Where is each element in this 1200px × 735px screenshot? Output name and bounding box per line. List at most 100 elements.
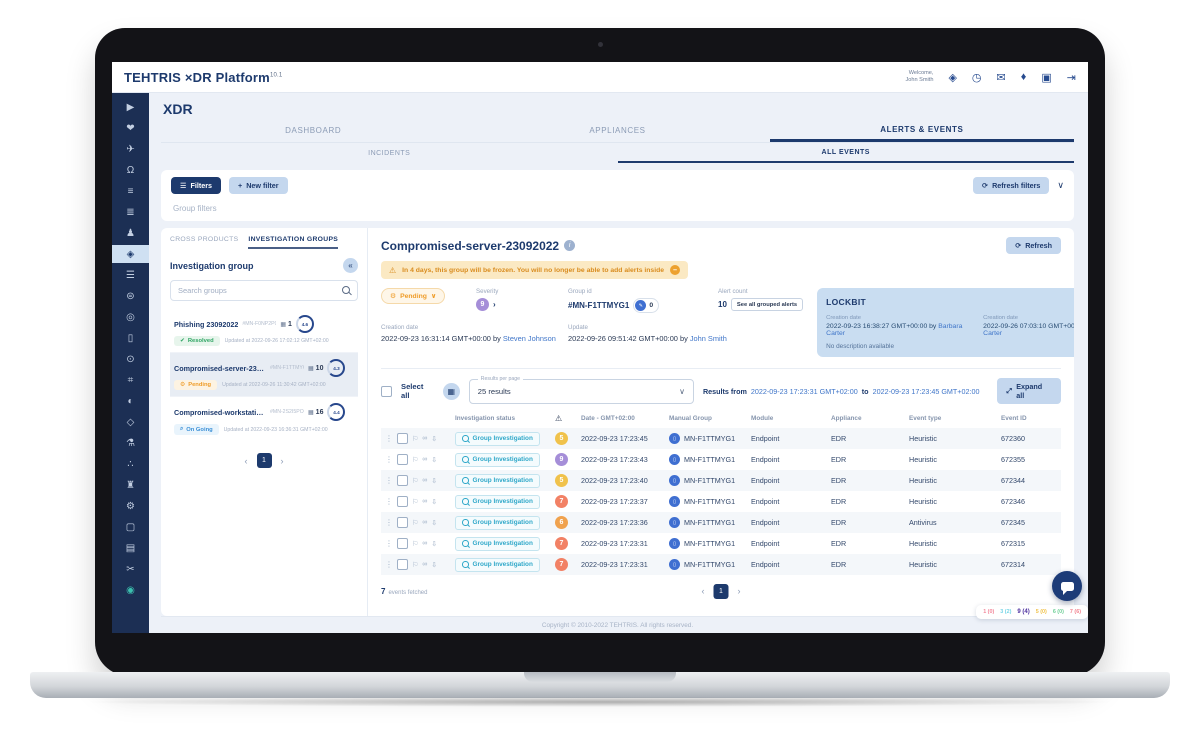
table-row[interactable]: ⋮ ⚐ ∞ ⇩ Group I — [381, 449, 1061, 470]
investigation-status-header[interactable]: Investigation status — [455, 415, 555, 422]
tools-icon[interactable]: ✂ — [112, 560, 149, 578]
scan-icon[interactable]: ◉ — [112, 581, 149, 599]
chevron-down-icon[interactable]: ∨ — [1057, 180, 1064, 191]
drone-icon[interactable]: ✈ — [112, 140, 149, 158]
assign-icon[interactable]: ⇩ — [431, 540, 437, 548]
link-icon[interactable]: ∞ — [422, 561, 427, 568]
event-type-header[interactable]: Event type — [909, 415, 1001, 422]
bookmark-icon[interactable]: ⚐ — [412, 498, 418, 506]
shield-icon[interactable]: ⊜ — [112, 287, 149, 305]
group-id-copy-pill[interactable]: ✎ 0 — [633, 298, 659, 313]
health-icon[interactable]: ❤ — [112, 119, 149, 137]
group-list-item[interactable]: Compromised-workstation-2309... #MN-2S2I… — [170, 396, 358, 441]
current-page-button[interactable]: 1 — [257, 453, 272, 468]
column-settings-icon[interactable]: ▦ — [443, 383, 460, 400]
assign-icon[interactable]: ⇩ — [431, 561, 437, 569]
lab-icon[interactable]: ⚗ — [112, 434, 149, 452]
tab-incidents[interactable]: INCIDENTS — [161, 143, 618, 163]
group-investigation-button[interactable]: Group Investigation — [455, 474, 540, 488]
refresh-filters-button[interactable]: ⟳ Refresh filters — [973, 177, 1049, 194]
kebab-menu-icon[interactable]: ⋮ — [385, 497, 393, 506]
group-investigation-button[interactable]: Group Investigation — [455, 537, 540, 551]
assign-icon[interactable]: ⇩ — [431, 519, 437, 527]
info-icon[interactable]: i — [564, 240, 575, 251]
tab-appliances[interactable]: APPLIANCES — [465, 119, 769, 142]
modules-icon[interactable]: ◇ — [112, 413, 149, 431]
report-icon[interactable]: ▤ — [112, 539, 149, 557]
row-checkbox[interactable] — [397, 433, 408, 444]
target-icon[interactable]: ◎ — [112, 308, 149, 326]
group-search-input[interactable] — [170, 280, 358, 301]
tab-all-events[interactable]: ALL EVENTS — [618, 143, 1075, 163]
tab-dashboard[interactable]: DASHBOARD — [161, 119, 465, 142]
grid-icon[interactable]: ⌗ — [112, 371, 149, 389]
playlist-icon[interactable]: ☰ — [112, 266, 149, 284]
link-icon[interactable]: ∞ — [422, 477, 427, 484]
shield-eye-icon[interactable]: ⊙ — [112, 350, 149, 368]
row-checkbox[interactable] — [397, 496, 408, 507]
kebab-menu-icon[interactable]: ⋮ — [385, 455, 393, 464]
prev-page-icon[interactable]: ‹ — [702, 586, 705, 596]
appliance-header[interactable]: Appliance — [831, 415, 909, 422]
group-investigation-button[interactable]: Group Investigation — [455, 432, 540, 446]
tab-investigation-groups[interactable]: INVESTIGATION GROUPS — [248, 236, 338, 249]
table-row[interactable]: ⋮ ⚐ ∞ ⇩ Group I — [381, 428, 1061, 449]
row-checkbox[interactable] — [397, 517, 408, 528]
link-icon[interactable]: ∞ — [422, 456, 427, 463]
group-investigation-button[interactable]: Group Investigation — [455, 495, 540, 509]
table-row[interactable]: ⋮ ⚐ ∞ ⇩ Group I — [381, 512, 1061, 533]
bookmark-icon[interactable]: ⚐ — [412, 561, 418, 569]
settings-gear-icon[interactable]: ⚙ — [112, 497, 149, 515]
assign-icon[interactable]: ⇩ — [431, 498, 437, 506]
group-list-item[interactable]: Compromised-server-23092022 #MN-F1TTMYG1… — [170, 352, 358, 396]
assign-icon[interactable]: ⇩ — [431, 477, 437, 485]
bookmark-icon[interactable]: ⚐ — [412, 435, 418, 443]
monitor-icon[interactable]: ▢ — [112, 518, 149, 536]
current-page-button[interactable]: 1 — [714, 584, 729, 599]
group-list-item[interactable]: Phishing 23092022 #MN-F0NP2P0T ▦ 1 4.6 — [170, 309, 358, 352]
bookmark-icon[interactable]: ⚐ — [412, 540, 418, 548]
collapse-panel-button[interactable]: « — [343, 258, 358, 273]
tab-cross-products[interactable]: CROSS PRODUCTS — [170, 236, 238, 249]
tab-alerts-events[interactable]: ALERTS & EVENTS — [770, 119, 1074, 142]
play-circle-icon[interactable]: ▶ — [112, 98, 149, 116]
equalizer-alt-icon[interactable]: ≣ — [112, 203, 149, 221]
new-filter-button[interactable]: + New filter — [229, 177, 288, 194]
team-icon[interactable]: ♟ — [112, 224, 149, 242]
row-checkbox[interactable] — [397, 559, 408, 570]
table-row[interactable]: ⋮ ⚐ ∞ ⇩ Group I — [381, 554, 1061, 575]
row-checkbox[interactable] — [397, 454, 408, 465]
kebab-menu-icon[interactable]: ⋮ — [385, 560, 393, 569]
kebab-menu-icon[interactable]: ⋮ — [385, 518, 393, 527]
logout-icon[interactable]: ⇥ — [1067, 71, 1076, 84]
chevron-right-icon[interactable]: › — [493, 300, 496, 309]
table-row[interactable]: ⋮ ⚐ ∞ ⇩ Group I — [381, 470, 1061, 491]
xdr-diamond-icon[interactable]: ◈ — [112, 245, 149, 263]
link-icon[interactable]: ∞ — [422, 519, 427, 526]
support-headset-icon[interactable]: Ω — [112, 161, 149, 179]
next-page-icon[interactable]: › — [738, 586, 741, 596]
row-checkbox[interactable] — [397, 538, 408, 549]
dismiss-warning-icon[interactable]: – — [670, 265, 680, 275]
expand-all-button[interactable]: ⤢ Expand all — [997, 378, 1061, 404]
select-all-checkbox[interactable] — [381, 386, 392, 397]
link-icon[interactable]: ∞ — [422, 498, 427, 505]
network-icon[interactable]: ∴ — [112, 455, 149, 473]
row-checkbox[interactable] — [397, 475, 408, 486]
table-row[interactable]: ⋮ ⚐ ∞ ⇩ Group I — [381, 491, 1061, 512]
tag-icon[interactable]: ♦ — [1021, 71, 1027, 83]
group-investigation-button[interactable]: Group Investigation — [455, 516, 540, 530]
group-investigation-button[interactable]: Group Investigation — [455, 453, 540, 467]
filters-button[interactable]: ☰ Filters — [171, 177, 221, 194]
link-icon[interactable]: ∞ — [422, 540, 427, 547]
link-icon[interactable]: ∞ — [422, 435, 427, 442]
bookmark-icon[interactable]: ⚐ — [412, 456, 418, 464]
bookmark-icon[interactable]: ⚐ — [412, 519, 418, 527]
severity-header-icon[interactable]: ⚠ — [555, 414, 581, 423]
mail-icon[interactable]: ✉ — [997, 71, 1006, 84]
prev-page-icon[interactable]: ‹ — [245, 456, 248, 466]
mobile-icon[interactable]: ▯ — [112, 329, 149, 347]
assign-icon[interactable]: ⇩ — [431, 435, 437, 443]
clock-icon[interactable]: ◷ — [972, 71, 982, 84]
module-header[interactable]: Module — [751, 415, 831, 422]
